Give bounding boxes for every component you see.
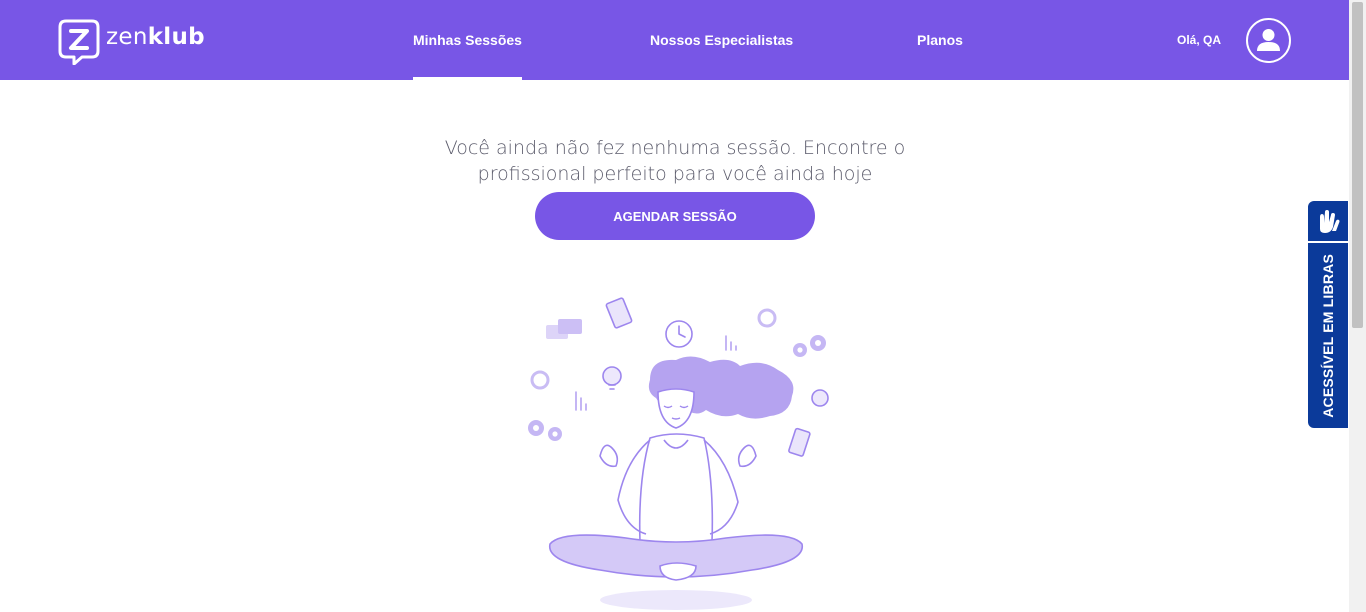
nav-planos[interactable]: Planos — [917, 0, 963, 80]
libras-accessibility-widget[interactable]: ACESSÍVEL EM LIBRAS — [1308, 201, 1348, 428]
zenklub-logo[interactable]: zenklub — [58, 19, 205, 65]
page-scrollbar[interactable] — [1349, 0, 1366, 612]
schedule-session-button[interactable]: AGENDAR SESSÃO — [535, 192, 815, 240]
user-icon — [1257, 29, 1280, 51]
empty-sessions-message: Você ainda não fez nenhuma sessão. Encon… — [444, 137, 906, 185]
nav-minhas-sessoes[interactable]: Minhas Sessões — [413, 0, 522, 80]
scrollbar-thumb[interactable] — [1352, 2, 1363, 328]
logo-wordmark: zenklub — [106, 24, 205, 50]
libras-label[interactable]: ACESSÍVEL EM LIBRAS — [1314, 249, 1342, 423]
meditating-woman-illustration — [528, 297, 829, 610]
libras-label-text: ACESSÍVEL EM LIBRAS — [1320, 254, 1336, 418]
user-avatar-button[interactable] — [1246, 18, 1291, 63]
logo-wordmark-bold: klub — [147, 24, 205, 50]
user-greeting: Olá, QA — [1176, 33, 1221, 47]
top-navbar: zenklub Minhas Sessões Nossos Especialis… — [0, 0, 1349, 80]
nav-nossos-especialistas[interactable]: Nossos Especialistas — [650, 0, 793, 80]
logo-wordmark-light: zen — [106, 24, 148, 50]
sign-language-hands-icon[interactable] — [1308, 201, 1348, 243]
zenklub-logo-icon — [58, 19, 100, 65]
